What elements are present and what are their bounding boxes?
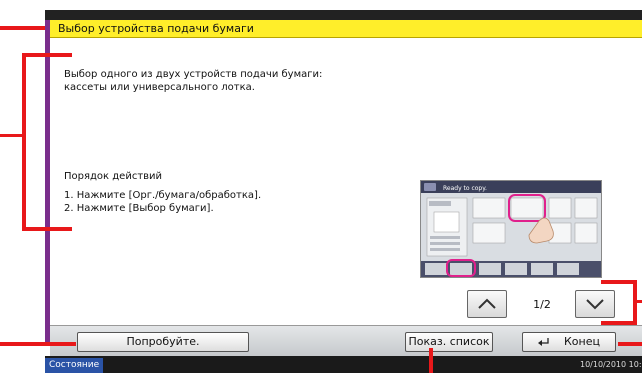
callout-content-bracket bbox=[22, 53, 26, 231]
page-indicator: 1/2 bbox=[533, 298, 551, 311]
try-button[interactable]: Попробуйте. bbox=[77, 332, 249, 352]
status-datetime: 10/10/2010 10:10 bbox=[580, 360, 642, 369]
callout-nav-bracket-bottom bbox=[601, 321, 637, 325]
end-button[interactable]: Конец bbox=[522, 332, 616, 352]
status-button[interactable]: Состояние bbox=[45, 358, 103, 373]
chevron-up-icon bbox=[478, 298, 496, 309]
procedure-step-1: 1. Нажмите [Орг./бумага/обработка]. bbox=[64, 190, 262, 201]
end-button-label: Конец bbox=[564, 335, 600, 348]
callout-nav-line bbox=[633, 300, 642, 303]
top-frame-strip bbox=[45, 10, 642, 20]
status-bar bbox=[45, 356, 642, 373]
callout-list-line bbox=[429, 348, 433, 373]
callout-nav-bracket-top bbox=[601, 280, 637, 284]
callout-content-line bbox=[0, 134, 24, 137]
callout-end-line bbox=[618, 342, 642, 346]
procedure-step-2: 2. Нажмите [Выбор бумаги]. bbox=[64, 203, 214, 214]
return-icon bbox=[538, 338, 549, 346]
page-up-button[interactable] bbox=[467, 290, 507, 318]
accent-bar bbox=[45, 20, 50, 342]
show-list-button[interactable]: Показ. список bbox=[405, 332, 493, 352]
procedure-heading: Порядок действий bbox=[64, 171, 163, 182]
page-down-button[interactable] bbox=[575, 290, 615, 318]
description-line-2: кассеты или универсального лотка. bbox=[64, 82, 255, 93]
callout-try-line bbox=[0, 342, 76, 346]
description: Выбор одного из двух устройств подачи бу… bbox=[64, 68, 424, 94]
preview-screen-title: Ready to copy. bbox=[443, 185, 487, 192]
description-line-1: Выбор одного из двух устройств подачи бу… bbox=[64, 69, 323, 80]
page-title: Выбор устройства подачи бумаги bbox=[50, 20, 642, 38]
callout-title-line bbox=[0, 26, 45, 30]
callout-content-bracket-top bbox=[22, 53, 72, 57]
chevron-down-icon bbox=[586, 299, 604, 310]
procedure: Порядок действий 1. Нажмите [Орг./бумага… bbox=[64, 170, 384, 215]
callout-content-bracket-bottom bbox=[22, 227, 72, 231]
operation-preview-image: Ready to copy. bbox=[420, 180, 602, 278]
